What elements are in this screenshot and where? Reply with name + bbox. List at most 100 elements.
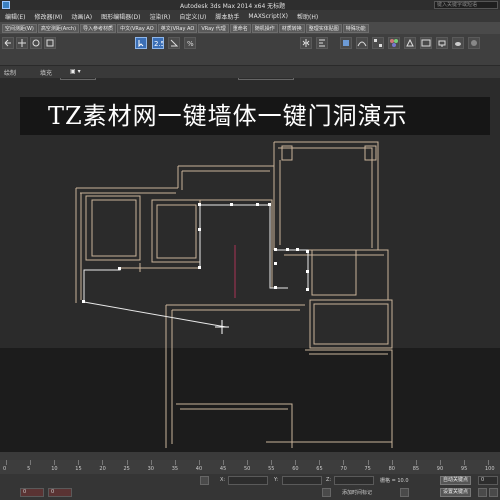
teapot-render-icon[interactable] bbox=[452, 37, 464, 49]
timeline-tick-label: 75 bbox=[364, 466, 371, 472]
material-editor-icon[interactable] bbox=[388, 37, 400, 49]
percent-snap-icon[interactable]: % bbox=[184, 37, 196, 49]
title-bar: Autodesk 3ds Max 2014 x64 无标题 键入关键字或短语 bbox=[0, 0, 500, 10]
track-bar-timeline[interactable]: 0 5 10 15 20 25 30 35 40 45 50 55 60 65 70 75 80 85 90 95 10… bbox=[0, 460, 500, 474]
timeline-tick-label: 30 bbox=[147, 466, 154, 472]
x-coordinate-label: X: bbox=[220, 477, 226, 483]
plugin-button[interactable]: 材质转换 bbox=[278, 23, 305, 33]
current-frame-field[interactable]: 0 bbox=[478, 476, 498, 485]
timeline-tick-label: 0 bbox=[3, 466, 7, 472]
key-filter-icon[interactable] bbox=[322, 488, 331, 497]
main-toolbar: 视图 2.5 % 创建选择集 bbox=[0, 34, 500, 80]
floor-plan-drawing[interactable] bbox=[0, 88, 500, 452]
y-coordinate-field[interactable] bbox=[282, 476, 322, 485]
timeline-tick-label: 45 bbox=[219, 466, 227, 472]
plugin-button[interactable]: VRay 代理 bbox=[198, 23, 229, 33]
ribbon-draw-label[interactable]: 绘制 bbox=[4, 68, 16, 77]
timeline-tick bbox=[271, 460, 273, 465]
select-move-icon[interactable] bbox=[16, 37, 28, 49]
timeline-tick-label: 100 bbox=[485, 466, 495, 472]
plugin-button[interactable]: 重命名 bbox=[229, 23, 251, 33]
plugin-button[interactable]: 特殊功能 bbox=[342, 23, 369, 33]
menu-animation[interactable]: 动画(A) bbox=[68, 12, 95, 21]
timeline-tick-label: 95 bbox=[460, 466, 468, 472]
zoom-extents-icon[interactable] bbox=[478, 488, 487, 497]
plugin-button[interactable]: 导入参考材质 bbox=[80, 23, 117, 33]
menu-customize[interactable]: 自定义(U) bbox=[176, 12, 209, 21]
snap-toggle-icon[interactable]: 2.5 bbox=[152, 37, 164, 49]
key-mode-icon[interactable] bbox=[400, 488, 409, 497]
menu-graph-editors[interactable]: 图形编辑器(D) bbox=[98, 12, 143, 21]
timeline-tick-label: 35 bbox=[171, 466, 179, 472]
menu-bar: 编辑(E) 修改器(M) 动画(A) 图形编辑器(D) 渲染(R) 自定义(U)… bbox=[0, 10, 500, 22]
timeline-tick bbox=[343, 460, 345, 465]
timeline-tick-label: 65 bbox=[316, 466, 323, 472]
status-bar: X: Y: Z: 栅格 = 10.0 自动关键点 0 0 0 添加时间标记 设置… bbox=[0, 474, 500, 500]
orbit-icon[interactable] bbox=[489, 488, 498, 497]
timeline-tick bbox=[54, 460, 56, 465]
timeline-tick-label: 60 bbox=[292, 466, 299, 472]
window-title: Autodesk 3ds Max 2014 x64 无标题 bbox=[180, 3, 286, 10]
timeline-tick-label: 25 bbox=[123, 466, 130, 472]
schematic-view-icon[interactable] bbox=[372, 37, 384, 49]
timeline-tick bbox=[247, 460, 248, 465]
ribbon-fill-label[interactable]: 填充 bbox=[40, 68, 52, 77]
timeline-tick-label: 10 bbox=[51, 466, 58, 472]
timeline-tick bbox=[102, 460, 104, 465]
timeline-tick-label: 40 bbox=[195, 466, 203, 472]
align-icon[interactable] bbox=[316, 37, 328, 49]
auto-key-button[interactable]: 自动关键点 bbox=[440, 476, 472, 485]
select-scale-icon[interactable] bbox=[44, 37, 56, 49]
menu-maxscript[interactable]: MAXScript(X) bbox=[245, 13, 291, 20]
plugin-button[interactable]: 整理实体贴图 bbox=[305, 23, 342, 33]
y-coordinate-label: Y: bbox=[274, 477, 279, 483]
z-coordinate-field[interactable] bbox=[334, 476, 374, 485]
menu-help[interactable]: 帮助(H) bbox=[294, 12, 321, 21]
timeline-tick bbox=[319, 460, 321, 465]
render-icon[interactable] bbox=[436, 37, 448, 49]
timeline-tick bbox=[222, 460, 224, 465]
plugin-toolbar: 空间测距(W) 高空测距(Arch) 导入参考材质 中文(VRay AO 英文(… bbox=[0, 22, 500, 34]
select-rotate-icon[interactable] bbox=[30, 37, 42, 49]
angle-snap-icon[interactable] bbox=[168, 37, 180, 49]
timeline-tick-label: 20 bbox=[99, 466, 106, 472]
active-shade-icon[interactable] bbox=[468, 37, 480, 49]
timeline-tick-label: 5 bbox=[27, 466, 31, 472]
frame-field-end[interactable]: 0 bbox=[48, 488, 72, 497]
frame-field-start[interactable]: 0 bbox=[20, 488, 44, 497]
timeline-tick bbox=[439, 460, 441, 465]
timeline-tick bbox=[463, 460, 465, 465]
curve-editor-icon[interactable] bbox=[356, 37, 368, 49]
plugin-button[interactable]: 英文(VRay AO bbox=[157, 23, 198, 33]
plugin-button[interactable]: 空间测距(W) bbox=[2, 23, 37, 33]
x-coordinate-field[interactable] bbox=[228, 476, 268, 485]
add-time-tag-button[interactable]: 添加时间标记 bbox=[342, 489, 372, 496]
layer-manager-icon[interactable] bbox=[340, 37, 352, 49]
plugin-button[interactable]: 中文(VRay AO bbox=[117, 23, 157, 33]
timeline-tick bbox=[488, 460, 489, 465]
ribbon-dropdown-icon[interactable]: ▣ ▾ bbox=[70, 68, 81, 75]
menu-script-helper[interactable]: 脚本助手 bbox=[212, 12, 242, 21]
app-logo-icon[interactable] bbox=[2, 1, 10, 9]
menu-modifiers[interactable]: 修改器(M) bbox=[31, 12, 65, 21]
search-input[interactable]: 键入关键字或短语 bbox=[434, 1, 498, 9]
svg-text:2.5: 2.5 bbox=[154, 40, 163, 48]
timeline-tick bbox=[198, 460, 200, 465]
plugin-button[interactable]: 高空测距(Arch) bbox=[37, 23, 80, 33]
undo-icon[interactable] bbox=[2, 37, 14, 49]
svg-text:%: % bbox=[187, 40, 194, 48]
render-frame-icon[interactable] bbox=[420, 37, 432, 49]
grid-size-label: 栅格 = 10.0 bbox=[380, 478, 409, 484]
timeline-tick bbox=[6, 460, 7, 465]
time-slider[interactable] bbox=[0, 452, 500, 460]
mirror-icon[interactable] bbox=[300, 37, 312, 49]
timeline-tick-label: 15 bbox=[75, 466, 82, 472]
menu-rendering[interactable]: 渲染(R) bbox=[146, 12, 173, 21]
render-setup-icon[interactable] bbox=[404, 37, 416, 49]
plugin-button[interactable]: 随机操作 bbox=[251, 23, 278, 33]
timeline-tick-label: 70 bbox=[340, 466, 347, 472]
select-object-icon[interactable] bbox=[135, 37, 147, 49]
set-key-button[interactable]: 设置关键点 bbox=[440, 488, 472, 497]
lock-selection-icon[interactable] bbox=[200, 476, 209, 485]
menu-edit[interactable]: 编辑(E) bbox=[2, 12, 28, 21]
